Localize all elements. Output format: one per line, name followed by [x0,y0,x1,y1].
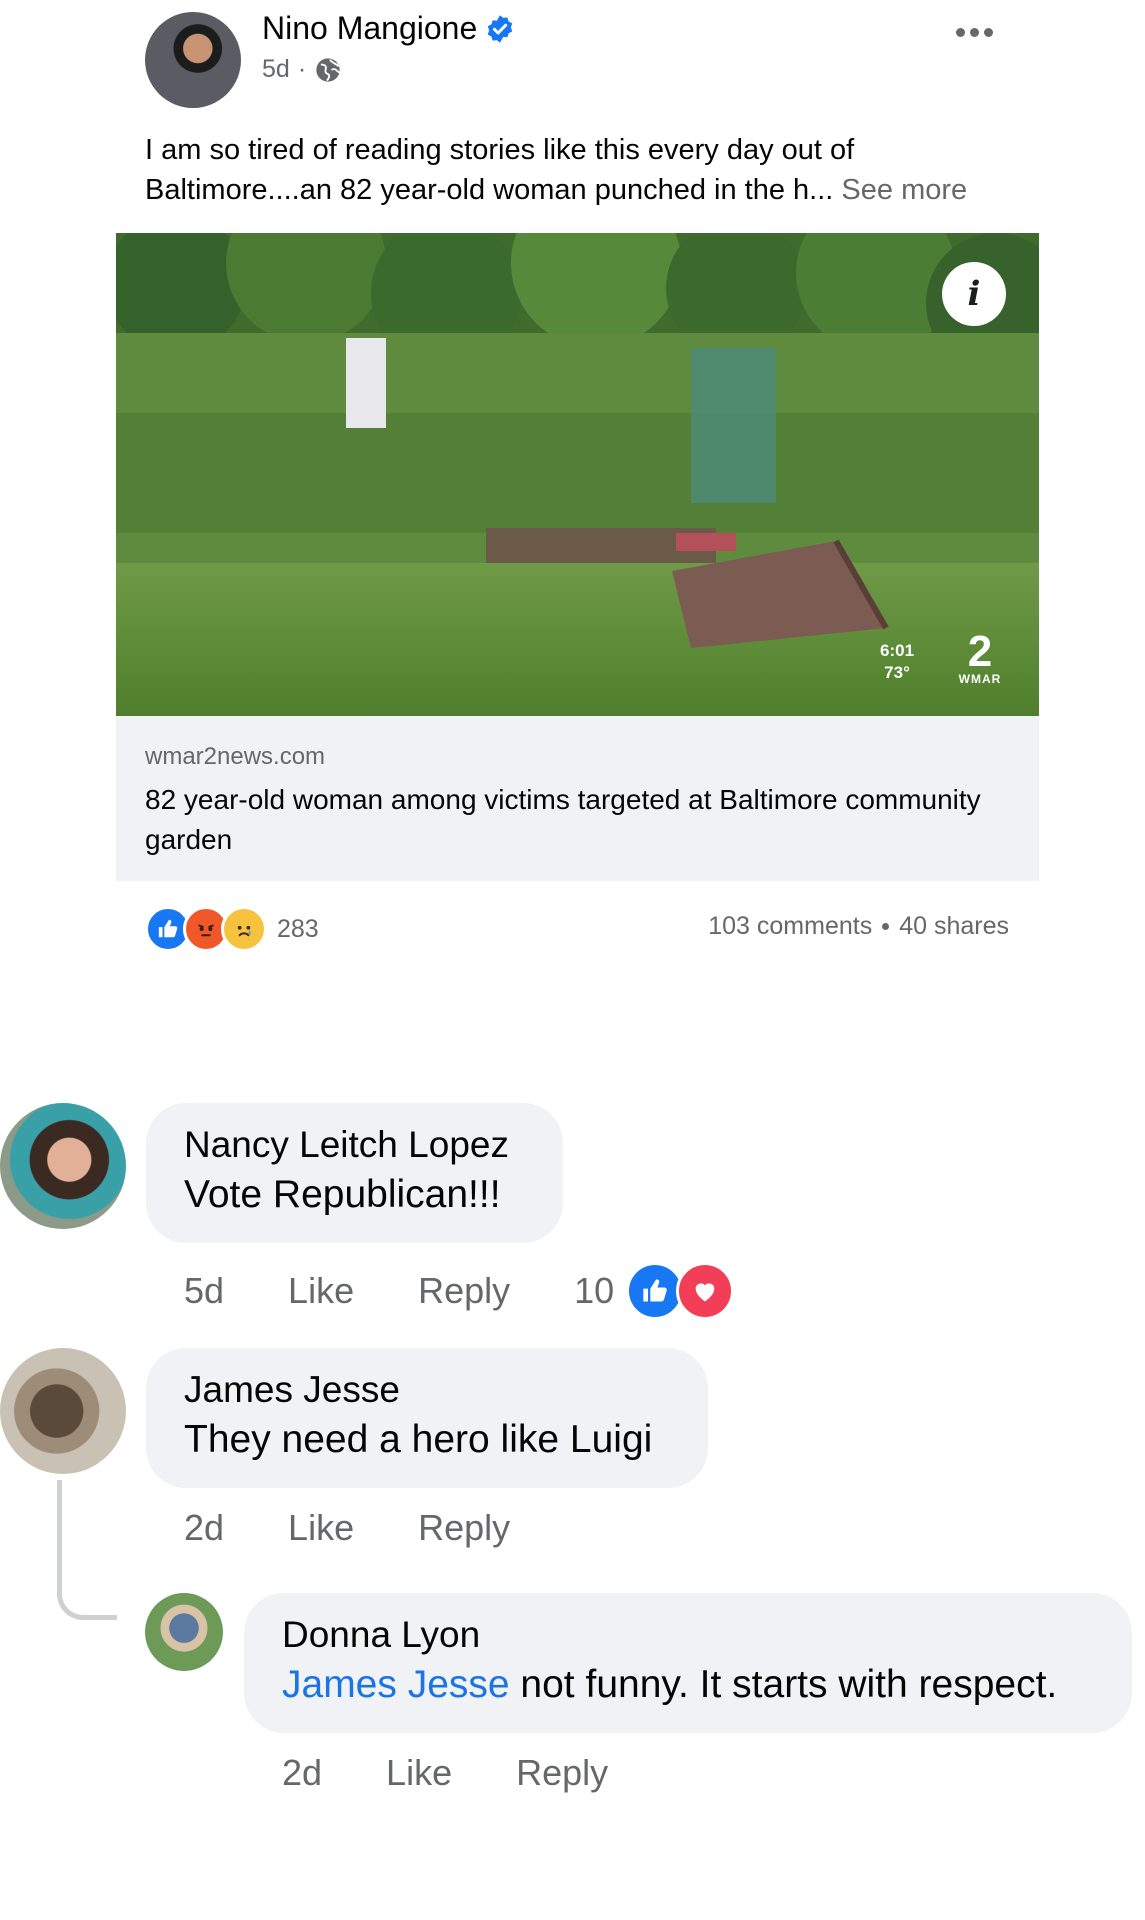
reply-thread-line [57,1480,117,1620]
comment-actions: 2d Like Reply [184,1507,574,1549]
love-icon [676,1262,735,1320]
reply-like-button[interactable]: Like [386,1752,452,1794]
comment-time[interactable]: 5d [184,1270,224,1312]
comment-actions: 5d Like Reply 10 [184,1262,735,1320]
reply-author[interactable]: Donna Lyon [282,1611,1094,1659]
post-options-button[interactable] [950,14,998,50]
reply-actions: 2d Like Reply [282,1752,672,1794]
author-name[interactable]: Nino Mangione [262,10,477,47]
comment-time[interactable]: 2d [184,1507,224,1549]
post-stats: 103 comments 40 shares [708,912,1009,941]
reaction-count: 283 [277,914,319,943]
link-domain: wmar2news.com [145,743,326,770]
comment-text: Vote Republican!!! [184,1173,501,1216]
overlay-temperature: 73° [884,663,910,682]
reply-mention[interactable]: James Jesse [282,1663,510,1706]
comment-bubble: Nancy Leitch Lopez Vote Republican!!! [146,1103,563,1243]
reply-body: not funny. It starts with respect. [509,1663,1058,1706]
reply-time[interactable]: 2d [282,1752,322,1794]
post-text-body: I am so tired of reading stories like th… [145,134,855,206]
reply-bubble: Donna Lyon James Jesse not funny. It sta… [244,1593,1132,1733]
comments-count[interactable]: 103 comments [708,912,872,941]
stats-separator [882,923,890,930]
comment-like-button[interactable]: Like [288,1270,354,1312]
comment-reply-button[interactable]: Reply [418,1270,510,1312]
meta-separator: · [297,55,307,83]
link-title[interactable]: 82 year-old woman among victims targeted… [145,780,1005,860]
station-number: 2 [967,627,993,676]
comment-author[interactable]: James Jesse [184,1366,670,1414]
post-text: I am so tired of reading stories like th… [145,130,1025,210]
reactions-summary[interactable]: 283 [145,906,319,952]
station-logo: 2 WMAR [950,627,1010,687]
author-row: Nino Mangione [262,10,515,47]
author-avatar[interactable] [145,12,241,108]
reply-text: James Jesse not funny. It starts with re… [282,1659,1094,1711]
comment-bubble: James Jesse They need a hero like Luigi [146,1348,708,1488]
more-dot-icon [969,27,979,37]
verified-badge-icon [488,14,513,43]
commenter-avatar[interactable] [0,1348,126,1474]
globe-icon [316,57,340,82]
post-time[interactable]: 5d [262,55,290,84]
more-dot-icon [983,27,993,37]
commenter-avatar[interactable] [0,1103,126,1229]
reply-avatar[interactable] [145,1593,223,1671]
station-name: WMAR [958,672,1002,686]
comment-reaction-count[interactable]: 10 [574,1270,614,1312]
sad-icon [221,906,267,952]
reply-reply-button[interactable]: Reply [516,1752,608,1794]
see-more-link[interactable]: See more [841,174,967,206]
comment-text: They need a hero like Luigi [184,1418,653,1461]
post-meta: 5d · [262,55,342,84]
comment-author[interactable]: Nancy Leitch Lopez [184,1121,525,1169]
broadcast-overlay: 6:01 73° [880,640,914,684]
comment-reply-button[interactable]: Reply [418,1507,510,1549]
comment-like-button[interactable]: Like [288,1507,354,1549]
more-dot-icon [955,27,965,37]
overlay-time: 6:01 [880,641,915,660]
info-button[interactable]: i [942,262,1006,326]
shares-count[interactable]: 40 shares [899,912,1009,941]
